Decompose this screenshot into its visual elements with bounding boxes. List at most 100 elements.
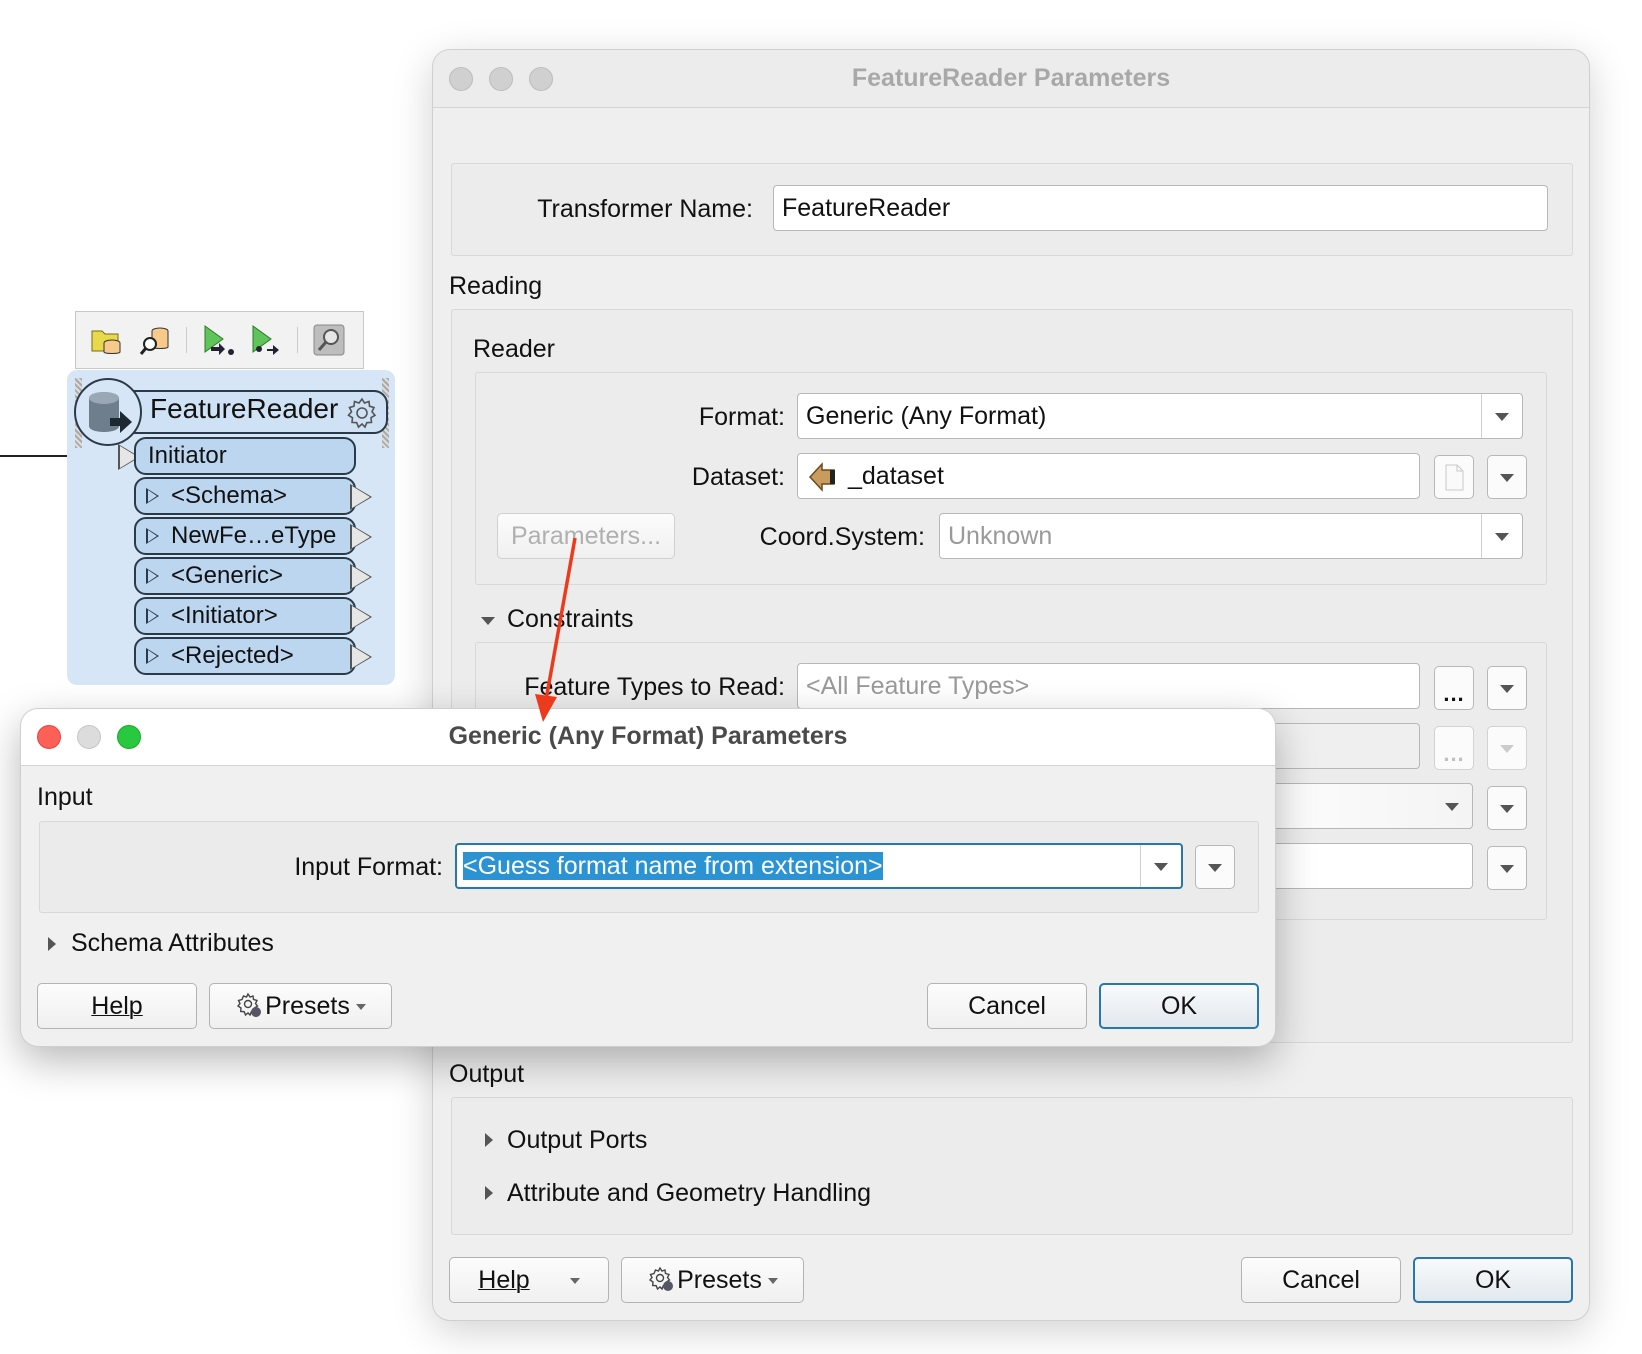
help-button[interactable]: Help [37, 983, 197, 1029]
output-ports-collapsed-icon[interactable] [485, 1133, 493, 1147]
browse-file-button[interactable] [1434, 455, 1474, 499]
input-format-menu-button[interactable] [1195, 845, 1235, 889]
chevron-down-icon [1500, 865, 1514, 873]
chevron-down-icon [1208, 864, 1222, 872]
chevron-down-icon [1495, 413, 1509, 421]
chevron-down-icon [1495, 533, 1509, 541]
dataset-menu-button[interactable] [1487, 455, 1527, 499]
coord-system-combo[interactable]: Unknown [939, 513, 1523, 559]
input-format-combo[interactable]: <Guess format name from extension> [455, 843, 1183, 889]
ok-button[interactable]: OK [1413, 1257, 1573, 1303]
feature-types-input[interactable]: <All Feature Types> [797, 663, 1420, 709]
dialog-title: Generic (Any Format) Parameters [448, 722, 848, 750]
expand-icon[interactable] [146, 528, 159, 544]
constraints-section-label[interactable]: Constraints [507, 605, 633, 634]
toolbar-separator [186, 327, 187, 353]
output-port[interactable]: <Schema> [134, 477, 356, 515]
dataset-input[interactable]: _dataset [797, 453, 1420, 499]
output-section-label: Output [449, 1060, 525, 1088]
output-port[interactable]: <Generic> [134, 557, 356, 595]
run-to-this-icon[interactable] [201, 323, 235, 357]
expand-icon[interactable] [146, 608, 159, 624]
input-format-label: Input Format: [294, 853, 443, 881]
output-port-arrow[interactable] [350, 644, 372, 670]
output-port-arrow[interactable] [350, 564, 372, 590]
help-button[interactable]: Help [449, 1257, 609, 1303]
feature-types-browse-button[interactable]: ... [1434, 666, 1474, 710]
schema-attributes-section[interactable]: Schema Attributes [71, 929, 274, 958]
open-reader-dataset-icon[interactable] [90, 323, 124, 357]
constraint-field-2-browse-button[interactable]: ... [1434, 726, 1474, 770]
node-toolbar [75, 311, 364, 369]
transformer-name-input[interactable]: FeatureReader [773, 185, 1548, 231]
feature-reader-parameters-dialog: FeatureReader Parameters Transformer Nam… [432, 49, 1590, 1321]
constraints-expanded-icon[interactable] [481, 617, 495, 625]
chevron-down-icon [1154, 863, 1168, 871]
file-icon [1445, 464, 1464, 491]
gear-icon[interactable] [345, 396, 379, 430]
output-port-arrow[interactable] [350, 524, 372, 550]
ok-button[interactable]: OK [1099, 983, 1259, 1029]
constraint-combo-3-dropdown[interactable] [1432, 784, 1472, 828]
chevron-down-icon [1500, 474, 1514, 482]
expand-icon[interactable] [146, 648, 159, 664]
expand-icon[interactable] [146, 488, 159, 504]
coord-system-value: Unknown [948, 522, 1053, 550]
output-port-arrow[interactable] [350, 484, 372, 510]
transformer-name-label: Transformer Name: [537, 195, 753, 223]
run-from-this-icon[interactable] [249, 323, 283, 357]
format-value: Generic (Any Format) [806, 402, 1047, 430]
attr-geom-collapsed-icon[interactable] [485, 1186, 493, 1200]
input-section-label: Input [37, 783, 93, 811]
user-parameter-icon [808, 462, 835, 493]
format-label: Format: [698, 403, 785, 431]
presets-gear-icon [237, 992, 262, 1017]
feature-reader-icon [74, 378, 142, 446]
title-bar[interactable]: FeatureReader Parameters [433, 50, 1589, 108]
output-port[interactable]: <Initiator> [134, 597, 356, 635]
feature-types-label: Feature Types to Read: [524, 673, 785, 701]
input-format-dropdown-button[interactable] [1140, 845, 1181, 887]
feature-types-menu-button[interactable] [1487, 666, 1527, 710]
chevron-down-icon [355, 1004, 366, 1011]
input-format-value: <Guess format name from extension> [463, 852, 883, 880]
reader-section-label: Reader [473, 335, 555, 363]
chevron-down-icon [1500, 805, 1514, 813]
attr-geom-section[interactable]: Attribute and Geometry Handling [507, 1179, 871, 1208]
dataset-value: _dataset [848, 462, 944, 490]
cancel-button[interactable]: Cancel [927, 983, 1087, 1029]
node-title: FeatureReader [150, 393, 339, 424]
input-port-initiator[interactable]: Initiator [134, 437, 356, 475]
output-group [451, 1097, 1573, 1235]
coord-system-label: Coord.System: [759, 523, 925, 551]
presets-gear-icon [649, 1266, 674, 1291]
dataset-label: Dataset: [691, 463, 785, 491]
constraint-combo-3-menu-button[interactable] [1487, 786, 1527, 830]
cancel-button[interactable]: Cancel [1241, 1257, 1401, 1303]
parameters-button[interactable]: Parameters... [497, 513, 675, 559]
coord-system-dropdown-button[interactable] [1481, 514, 1522, 558]
output-ports-section[interactable]: Output Ports [507, 1126, 647, 1155]
schema-attributes-collapsed-icon[interactable] [48, 937, 56, 951]
output-port[interactable]: NewFe…eType [134, 517, 356, 555]
chevron-down-icon [767, 1278, 778, 1285]
output-port-arrow[interactable] [350, 604, 372, 630]
generic-format-parameters-dialog: Generic (Any Format) Parameters Input In… [20, 708, 1276, 1047]
constraint-field-2-menu-button[interactable] [1487, 726, 1527, 770]
expand-icon[interactable] [146, 568, 159, 584]
presets-button[interactable]: Presets [209, 983, 392, 1029]
format-dropdown-button[interactable] [1481, 394, 1522, 438]
inspect-cache-icon[interactable] [312, 323, 346, 357]
output-port[interactable]: <Rejected> [134, 637, 356, 675]
chevron-down-icon [569, 1278, 580, 1285]
chevron-down-icon [1445, 803, 1459, 811]
reading-section-label: Reading [449, 272, 543, 300]
dialog-title: FeatureReader Parameters [851, 64, 1171, 92]
toolbar-separator [297, 327, 298, 353]
chevron-down-icon [1500, 685, 1514, 693]
format-combo[interactable]: Generic (Any Format) [797, 393, 1523, 439]
presets-button[interactable]: Presets [621, 1257, 804, 1303]
constraint-field-4-menu-button[interactable] [1487, 846, 1527, 890]
inspect-reader-icon[interactable] [138, 323, 172, 357]
title-bar[interactable]: Generic (Any Format) Parameters [21, 709, 1275, 766]
